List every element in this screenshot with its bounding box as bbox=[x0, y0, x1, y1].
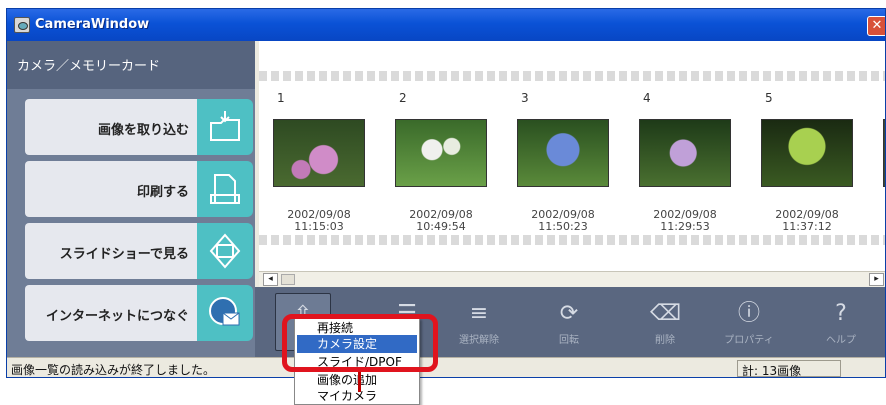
camera-window: CameraWindow ✕ カメラ／メモリーカード 画像を取り込む 印刷する … bbox=[6, 8, 886, 378]
delete-button[interactable]: ⌫ 削除 bbox=[637, 293, 693, 351]
rotate-label: 回転 bbox=[559, 335, 579, 346]
thumbnail-date: 2002/09/08 11:29:53 bbox=[653, 208, 717, 233]
nav-import-images[interactable]: 画像を取り込む bbox=[25, 99, 197, 155]
thumbnail-date: 2002/09/08 11:37:12 bbox=[775, 208, 839, 233]
left-panel: カメラ／メモリーカード 画像を取り込む 印刷する スライドショーで見る インター… bbox=[7, 41, 255, 357]
print-icon[interactable] bbox=[197, 161, 253, 217]
deselect-label: 選択解除 bbox=[459, 335, 499, 346]
thumbnail-number: 4 bbox=[643, 91, 651, 105]
nav-slideshow[interactable]: スライドショーで見る bbox=[25, 223, 197, 279]
thumbnail-number: 2 bbox=[399, 91, 407, 105]
thumbnail-image[interactable] bbox=[273, 119, 365, 187]
properties-button[interactable]: ⓘ プロパティ bbox=[721, 293, 777, 351]
nav-internet[interactable]: インターネットにつなぐ bbox=[25, 285, 197, 341]
thumbnail-number: 5 bbox=[765, 91, 773, 105]
rotate-icon: ⟳ bbox=[559, 301, 579, 326]
title-bar: CameraWindow ✕ bbox=[7, 9, 885, 41]
nav-print-label: 印刷する bbox=[136, 185, 189, 200]
thumbnail-image[interactable] bbox=[395, 119, 487, 187]
film-perforation-bottom bbox=[259, 235, 885, 245]
thumbnail-date: 2002/09/08 11:50:23 bbox=[531, 208, 595, 233]
slideshow-icon[interactable] bbox=[197, 223, 253, 279]
thumbnail-image[interactable] bbox=[639, 119, 731, 187]
rotate-button[interactable]: ⟳ 回転 bbox=[541, 293, 597, 351]
thumbnail-number: 1 bbox=[277, 91, 285, 105]
help-icon: ? bbox=[835, 301, 847, 326]
highlight-pointer bbox=[358, 372, 361, 392]
nav-print[interactable]: 印刷する bbox=[25, 161, 197, 217]
status-bar: 画像一覧の読み込みが終了しました。 計: 13画像 bbox=[7, 357, 885, 377]
properties-label: プロパティ bbox=[724, 335, 774, 346]
nav-import-label: 画像を取り込む bbox=[97, 123, 189, 138]
thumbnail-date: 2002/09/08 11:15:03 bbox=[287, 208, 351, 233]
menu-item-my-camera[interactable]: マイカメラ bbox=[297, 387, 417, 405]
trash-icon: ⌫ bbox=[650, 301, 682, 326]
thumbnail-strip: 1 2002/09/08 11:15:03 2 2002/09/08 10:49:5… bbox=[259, 41, 885, 271]
horizontal-scrollbar[interactable]: ◂ ▸ bbox=[259, 271, 885, 287]
thumbnail-image[interactable] bbox=[761, 119, 853, 187]
folder-download-icon[interactable] bbox=[197, 99, 253, 155]
panel-header: カメラ／メモリーカード bbox=[7, 41, 255, 89]
camera-app-icon bbox=[14, 17, 30, 33]
scroll-right-icon[interactable]: ▸ bbox=[869, 273, 884, 286]
deselect-icon: ≡ bbox=[469, 301, 489, 326]
thumbnail-image[interactable] bbox=[517, 119, 609, 187]
thumbnail-date: 2002/09/08 10:49:54 bbox=[409, 208, 473, 233]
film-perforation-top bbox=[259, 71, 885, 81]
help-button[interactable]: ? ヘルプ bbox=[813, 293, 869, 351]
highlight-annotation bbox=[282, 314, 438, 372]
delete-label: 削除 bbox=[655, 335, 675, 346]
close-button[interactable]: ✕ bbox=[867, 16, 885, 36]
deselect-button[interactable]: ≡ 選択解除 bbox=[451, 293, 507, 351]
thumbnail-number: 3 bbox=[521, 91, 529, 105]
scroll-left-icon[interactable]: ◂ bbox=[263, 273, 278, 286]
status-message: 画像一覧の読み込みが終了しました。 bbox=[11, 363, 216, 377]
scroll-thumb[interactable] bbox=[281, 274, 295, 285]
image-count: 計: 13画像 bbox=[737, 360, 841, 377]
window-title: CameraWindow bbox=[35, 17, 150, 32]
info-icon: ⓘ bbox=[737, 301, 760, 326]
help-label: ヘルプ bbox=[826, 335, 856, 346]
nav-internet-label: インターネットにつなぐ bbox=[45, 309, 189, 324]
nav-slideshow-label: スライドショーで見る bbox=[59, 247, 189, 262]
globe-mail-icon[interactable] bbox=[197, 285, 253, 341]
